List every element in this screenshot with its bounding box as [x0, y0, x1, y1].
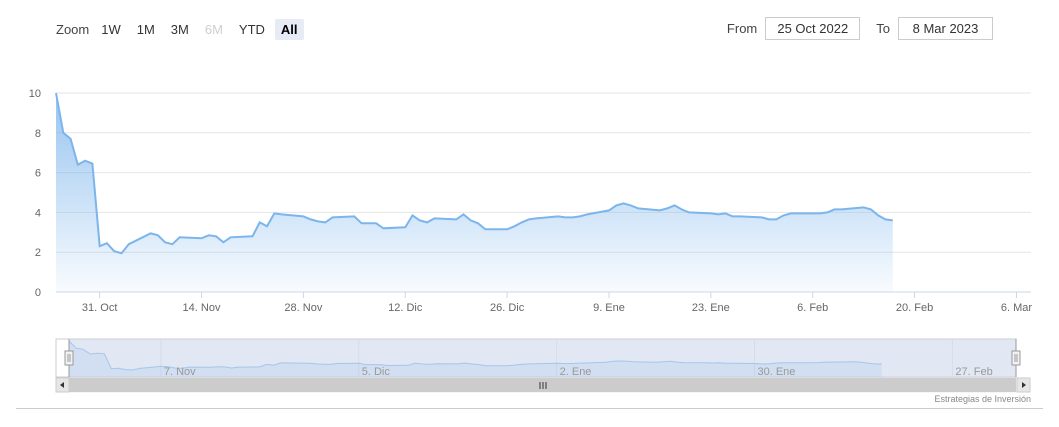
scrollbar-left-button[interactable]	[55, 377, 70, 393]
x-axis-ticks: 31. Oct 14. Nov 28. Nov 12. Dic 26. Dic 9. En…	[82, 292, 1032, 314]
navigator-tick-label: 7. Nov	[164, 366, 196, 378]
series-area	[56, 93, 893, 292]
y-tick-label: 6	[35, 168, 41, 180]
credits-link[interactable]: Estrategias de Inversión	[934, 394, 1031, 404]
navigator-tick-label: 30. Ene	[758, 366, 796, 378]
x-tick-label: 9. Ene	[593, 302, 625, 314]
y-tick-label: 4	[35, 207, 41, 219]
x-tick-label: 28. Nov	[284, 302, 322, 314]
y-tick-label: 2	[35, 247, 41, 259]
x-tick-label: 6. Feb	[797, 302, 828, 314]
x-tick-label: 31. Oct	[82, 302, 117, 314]
x-tick-label: 20. Feb	[896, 302, 933, 314]
y-tick-label: 0	[35, 287, 41, 299]
x-tick-label: 23. Ene	[692, 302, 730, 314]
y-tick-label: 8	[35, 128, 41, 140]
navigator-tick-label: 5. Dic	[362, 366, 391, 378]
navigator-tick-label: 2. Ene	[560, 366, 592, 378]
scrollbar[interactable]	[55, 377, 1031, 393]
x-tick-label: 6. Mar	[1001, 302, 1033, 314]
navigator-tick-label: 27. Feb	[955, 366, 992, 378]
bottom-divider	[16, 408, 1043, 409]
x-tick-label: 26. Dic	[490, 302, 525, 314]
stock-chart: 0 2 4 6 8 10 31. Oct 14. Nov 28. Nov 12. Dic 26. …	[29, 88, 1032, 393]
y-axis-labels: 0 2 4 6 8 10	[29, 88, 41, 299]
navigator-mask	[69, 339, 1016, 377]
x-tick-label: 12. Dic	[388, 302, 423, 314]
navigator[interactable]: 7. Nov 5. Dic 2. Ene 30. Ene 27. Feb	[55, 338, 1021, 378]
y-tick-label: 10	[29, 88, 41, 100]
x-tick-label: 14. Nov	[183, 302, 221, 314]
scrollbar-right-button[interactable]	[1016, 377, 1031, 393]
